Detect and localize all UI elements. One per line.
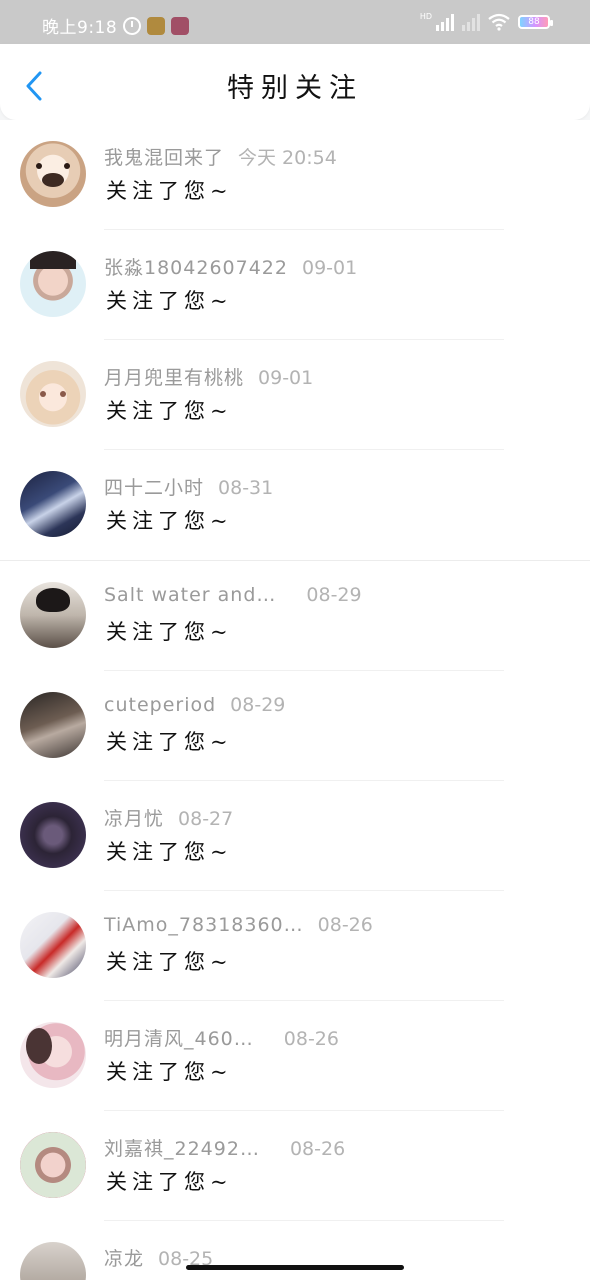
avatar[interactable] [20,1022,86,1088]
alarm-icon [123,16,142,35]
avatar[interactable] [20,1132,86,1198]
avatar[interactable] [20,692,86,758]
status-bar: 晚上9:18 HD 88 [0,0,590,44]
user-name[interactable]: 凉月忧 [104,808,164,830]
status-time: 晚上9:18 [42,18,118,38]
list-item[interactable]: 刘嘉祺_22492… 08-26 关注了您~ [0,1111,590,1221]
notification-time: 08-27 [178,808,234,830]
wifi-icon [488,13,510,31]
notification-header: 刘嘉祺_22492… 08-26 [104,1134,345,1161]
notification-time: 09-01 [258,367,314,389]
user-name[interactable]: 我鬼混回来了 [104,147,224,169]
user-name[interactable]: 四十二小时 [104,477,204,499]
notification-time: 08-31 [218,477,274,499]
app-header: 特别关注 [0,44,590,120]
list-item[interactable]: 四十二小时 08-31 关注了您~ [0,450,590,560]
notification-message: 关注了您~ [106,399,233,423]
avatar[interactable] [20,802,86,868]
status-bar-left: 晚上9:18 [42,13,190,38]
list-item[interactable]: 我鬼混回来了 今天 20:54 关注了您~ [0,120,590,230]
hd-label: HD [419,11,432,21]
list-item[interactable]: TiAmo_78318360… 08-26 关注了您~ [0,891,590,1001]
list-item[interactable]: 凉龙 08-25 [0,1221,590,1280]
notification-header: 月月兜里有桃桃 09-01 [104,363,313,390]
signal-no-service-icon [462,13,480,31]
notification-time: 08-29 [230,694,286,716]
notification-message: 关注了您~ [106,1170,233,1194]
notification-message: 关注了您~ [106,620,233,644]
notification-header: 张淼18042607422 09-01 [104,253,357,280]
notification-message: 关注了您~ [106,950,233,974]
notification-header: TiAmo_78318360… 08-26 [104,914,373,936]
signal-icon [436,13,454,31]
app-notification-icon [147,16,166,35]
status-bar-right: HD 88 [419,11,553,31]
notification-header: 凉月忧 08-27 [104,804,233,831]
notification-list[interactable]: 我鬼混回来了 今天 20:54 关注了您~ 张淼18042607422 09-01 … [0,120,590,1280]
notification-time: 09-01 [301,257,358,279]
avatar[interactable] [20,361,86,427]
app-notification-icon [171,16,190,35]
notification-header: 四十二小时 08-31 [104,473,273,500]
user-name[interactable]: cuteperiod [104,694,216,716]
user-name[interactable]: 凉龙 [104,1248,144,1270]
avatar[interactable] [20,912,86,978]
user-name[interactable]: 明月清风_460… [104,1028,254,1050]
notification-message: 关注了您~ [106,509,233,533]
notification-message: 关注了您~ [106,179,233,203]
list-item[interactable]: cuteperiod 08-29 关注了您~ [0,671,590,781]
home-indicator[interactable] [186,1265,404,1270]
avatar[interactable] [20,1242,86,1280]
notification-message: 关注了您~ [106,730,233,754]
notification-time: 08-26 [289,1138,346,1160]
user-name[interactable]: Salt water and… [104,584,276,606]
notification-time: 08-26 [283,1028,339,1050]
notification-time: 08-26 [317,914,373,936]
list-item[interactable]: 明月清风_460… 08-26 关注了您~ [0,1001,590,1111]
list-item[interactable]: 凉月忧 08-27 关注了您~ [0,781,590,891]
notification-message: 关注了您~ [106,1060,233,1084]
user-name[interactable]: 月月兜里有桃桃 [104,367,244,389]
avatar[interactable] [20,471,86,537]
notification-message: 关注了您~ [106,289,233,313]
notification-header: 我鬼混回来了 今天 20:54 [104,143,337,170]
notification-header: cuteperiod 08-29 [104,694,285,716]
list-item[interactable]: 月月兜里有桃桃 09-01 关注了您~ [0,340,590,450]
battery-icon: 88 [518,15,553,29]
user-name[interactable]: TiAmo_78318360… [104,914,304,936]
notification-message: 关注了您~ [106,840,233,864]
notification-time: 08-29 [306,584,362,606]
page-title: 特别关注 [227,73,363,104]
list-item[interactable]: Salt water and… 08-29 关注了您~ [0,561,590,671]
user-name[interactable]: 张淼18042607422 [104,257,288,279]
avatar[interactable] [20,582,86,648]
notification-header: 明月清风_460… 08-26 [104,1024,339,1051]
user-name[interactable]: 刘嘉祺_22492… [104,1138,260,1160]
notification-header: Salt water and… 08-29 [104,584,362,606]
list-item[interactable]: 张淼18042607422 09-01 关注了您~ [0,230,590,340]
avatar[interactable] [20,141,86,207]
notification-time: 今天 20:54 [238,147,337,169]
battery-level: 88 [528,17,540,27]
avatar[interactable] [20,251,86,317]
